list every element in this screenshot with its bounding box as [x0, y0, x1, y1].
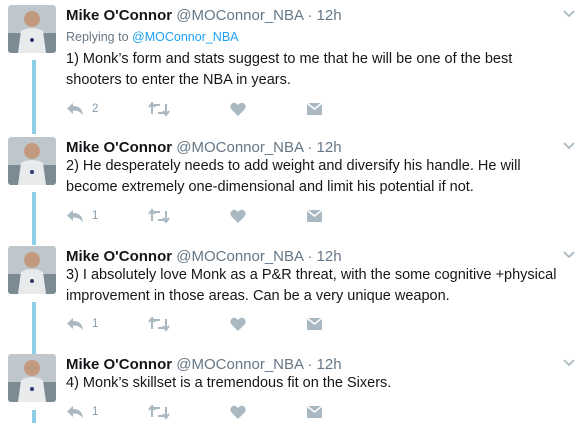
tweet-actions: 1: [66, 206, 336, 226]
avatar[interactable]: [8, 137, 56, 185]
heart-icon: [230, 405, 246, 420]
display-name[interactable]: Mike O'Connor: [66, 356, 172, 373]
separator-dot: ·: [307, 139, 313, 156]
replying-to-link[interactable]: @MOConnor_NBA: [132, 30, 238, 44]
timestamp[interactable]: 12h: [317, 248, 342, 265]
heart-icon: [230, 317, 246, 332]
tweet[interactable]: Mike O'Connor @MOConnor_NBA · 12h Replyi…: [0, 5, 585, 125]
like-button[interactable]: [230, 402, 246, 422]
display-name[interactable]: Mike O'Connor: [66, 248, 172, 265]
avatar[interactable]: [8, 5, 56, 53]
tweet-text: 2) He desperately needs to add weight an…: [66, 158, 521, 195]
retweet-button[interactable]: [148, 99, 170, 119]
reply-button[interactable]: 1: [66, 314, 98, 334]
retweet-icon: [148, 101, 170, 117]
dm-button[interactable]: [307, 99, 322, 119]
tweet-header: Mike O'Connor @MOConnor_NBA · 12h: [66, 7, 342, 24]
avatar[interactable]: [8, 354, 56, 402]
separator-dot: ·: [307, 356, 313, 373]
tweet-actions: 1: [66, 314, 336, 334]
like-button[interactable]: [230, 206, 246, 226]
chevron-down-icon[interactable]: [562, 248, 576, 260]
tweet-text: 1) Monk’s form and stats suggest to me t…: [66, 51, 513, 88]
timestamp[interactable]: 12h: [317, 356, 342, 373]
display-name[interactable]: Mike O'Connor: [66, 7, 172, 24]
tweet-header: Mike O'Connor @MOConnor_NBA · 12h: [66, 356, 342, 373]
avatar[interactable]: [8, 246, 56, 294]
replying-to-label: Replying to: [66, 30, 133, 44]
reply-button[interactable]: 2: [66, 99, 98, 119]
tweet-text: 3) I absolutely love Monk as a P&R threa…: [66, 267, 557, 304]
dm-button[interactable]: [307, 402, 322, 422]
tweet-header: Mike O'Connor @MOConnor_NBA · 12h: [66, 248, 342, 265]
retweet-icon: [148, 208, 170, 224]
separator-dot: ·: [307, 7, 313, 24]
reply-button[interactable]: 1: [66, 206, 98, 226]
reply-count: 2: [92, 103, 99, 115]
dm-button[interactable]: [307, 314, 322, 334]
reply-count: 1: [92, 318, 99, 330]
like-button[interactable]: [230, 99, 246, 119]
chevron-down-icon[interactable]: [562, 139, 576, 151]
separator-dot: ·: [307, 248, 313, 265]
heart-icon: [230, 209, 246, 224]
tweet[interactable]: Mike O'Connor @MOConnor_NBA · 12h 2) He …: [0, 137, 585, 232]
chevron-down-icon[interactable]: [562, 356, 576, 368]
timestamp[interactable]: 12h: [317, 139, 342, 156]
username[interactable]: @MOConnor_NBA: [176, 248, 303, 265]
envelope-icon: [307, 317, 322, 331]
tweet-actions: 1: [66, 402, 336, 422]
envelope-icon: [307, 405, 322, 419]
reply-count: 1: [92, 406, 99, 418]
tweet-actions: 2: [66, 99, 336, 119]
tweet[interactable]: Mike O'Connor @MOConnor_NBA · 12h 4) Mon…: [0, 354, 585, 423]
reply-icon: [66, 316, 84, 332]
tweet[interactable]: Mike O'Connor @MOConnor_NBA · 12h 3) I a…: [0, 246, 585, 341]
reply-count: 1: [92, 210, 99, 222]
tweet-text: 4) Monk’s skillset is a tremendous fit o…: [66, 375, 392, 391]
reply-icon: [66, 208, 84, 224]
envelope-icon: [307, 102, 322, 116]
retweet-icon: [148, 316, 170, 332]
timestamp[interactable]: 12h: [317, 7, 342, 24]
heart-icon: [230, 102, 246, 117]
username[interactable]: @MOConnor_NBA: [176, 139, 303, 156]
chevron-down-icon[interactable]: [562, 7, 576, 19]
like-button[interactable]: [230, 314, 246, 334]
display-name[interactable]: Mike O'Connor: [66, 139, 172, 156]
retweet-button[interactable]: [148, 206, 170, 226]
dm-button[interactable]: [307, 206, 322, 226]
reply-button[interactable]: 1: [66, 402, 98, 422]
replying-to: Replying to @MOConnor_NBA: [66, 30, 239, 44]
reply-icon: [66, 101, 84, 117]
envelope-icon: [307, 209, 322, 223]
tweet-header: Mike O'Connor @MOConnor_NBA · 12h: [66, 139, 342, 156]
retweet-button[interactable]: [148, 402, 170, 422]
reply-icon: [66, 404, 84, 420]
retweet-button[interactable]: [148, 314, 170, 334]
username[interactable]: @MOConnor_NBA: [176, 356, 303, 373]
retweet-icon: [148, 404, 170, 420]
username[interactable]: @MOConnor_NBA: [176, 7, 303, 24]
